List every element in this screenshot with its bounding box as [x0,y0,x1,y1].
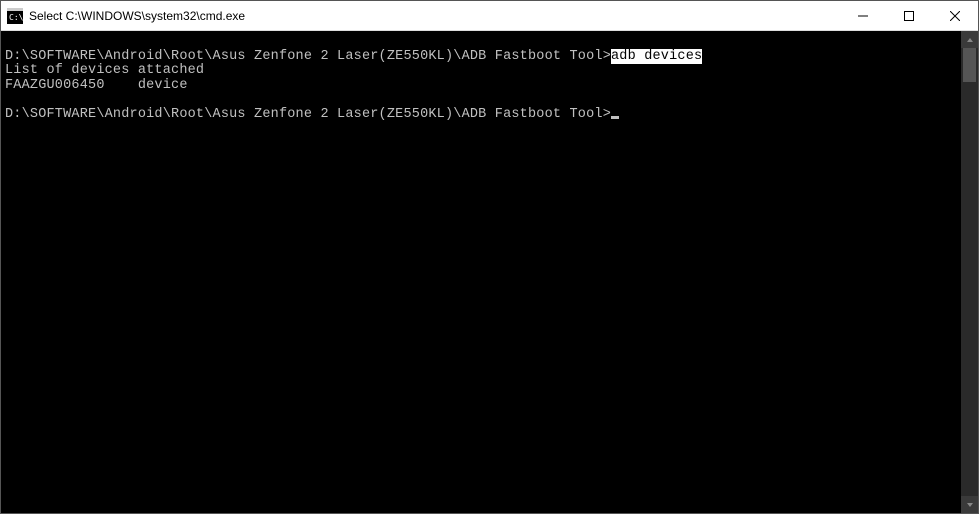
scroll-down-button[interactable] [961,496,978,513]
terminal[interactable]: D:\SOFTWARE\Android\Root\Asus Zenfone 2 … [1,31,961,513]
maximize-button[interactable] [886,1,932,30]
scroll-up-button[interactable] [961,31,978,48]
close-button[interactable] [932,1,978,30]
vertical-scrollbar[interactable] [961,31,978,513]
scrollbar-thumb[interactable] [963,48,976,82]
selected-command[interactable]: adb devices [611,49,702,64]
titlebar[interactable]: C:\ Select C:\WINDOWS\system32\cmd.exe [1,1,978,31]
window-controls [840,1,978,30]
minimize-button[interactable] [840,1,886,30]
prompt-line-2: D:\SOFTWARE\Android\Root\Asus Zenfone 2 … [5,107,611,122]
console-area: D:\SOFTWARE\Android\Root\Asus Zenfone 2 … [1,31,978,513]
cmd-icon: C:\ [7,8,23,24]
output-line-2: FAAZGU006450 device [5,78,188,93]
scrollbar-track[interactable] [961,48,978,496]
cursor [611,116,619,119]
cmd-window: C:\ Select C:\WINDOWS\system32\cmd.exe D… [0,0,979,514]
output-line-1: List of devices attached [5,63,204,78]
window-title: Select C:\WINDOWS\system32\cmd.exe [29,9,840,23]
prompt-line-1: D:\SOFTWARE\Android\Root\Asus Zenfone 2 … [5,49,611,64]
svg-text:C:\: C:\ [9,13,23,22]
